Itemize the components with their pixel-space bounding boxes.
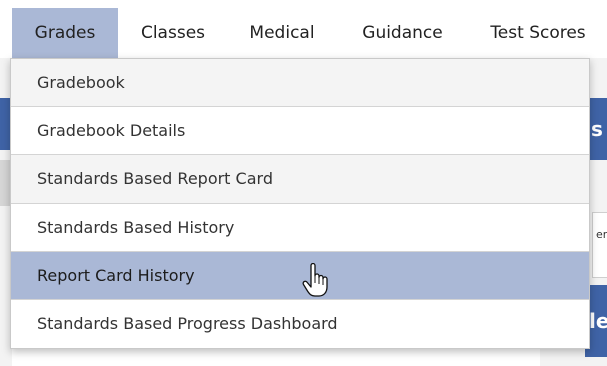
tab-test-scores[interactable]: Test Scores: [469, 8, 607, 58]
menu-item-standards-based-history[interactable]: Standards Based History: [11, 203, 589, 252]
grades-dropdown-menu: Gradebook Gradebook Details Standards Ba…: [10, 58, 590, 349]
menu-item-gradebook-details[interactable]: Gradebook Details: [11, 107, 589, 156]
tab-grades[interactable]: Grades: [12, 8, 118, 58]
hand-pointer-icon: [302, 263, 328, 297]
menu-item-standards-based-report-card[interactable]: Standards Based Report Card: [11, 155, 589, 204]
top-navigation: Grades Classes Medical Guidance Test Sco…: [0, 8, 607, 58]
menu-item-gradebook[interactable]: Gradebook: [11, 59, 589, 108]
menu-item-standards-based-progress-dashboard[interactable]: Standards Based Progress Dashboard: [11, 299, 589, 348]
tab-medical[interactable]: Medical: [228, 8, 336, 58]
tab-guidance[interactable]: Guidance: [336, 8, 469, 58]
menu-item-report-card-history[interactable]: Report Card History: [11, 251, 589, 300]
page-input-fragment[interactable]: en: [592, 212, 607, 278]
tab-classes[interactable]: Classes: [118, 8, 228, 58]
